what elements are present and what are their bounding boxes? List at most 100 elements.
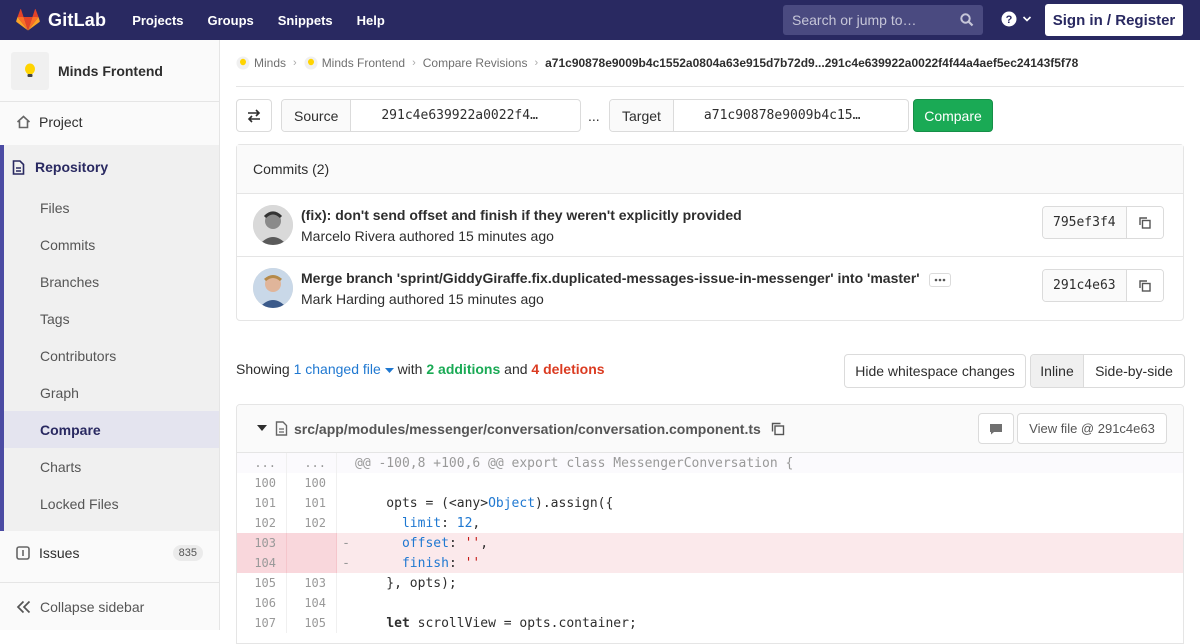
view-file-button[interactable]: View file @ 291c4e63 — [1017, 413, 1167, 444]
avatar[interactable] — [253, 205, 293, 245]
sidebar-item-label: Project — [39, 114, 83, 130]
commit-author[interactable]: Marcelo Rivera — [301, 228, 395, 244]
source-label: Source — [282, 100, 352, 131]
code-text: }, opts); — [355, 575, 457, 591]
sidebar-item-locked-files[interactable]: Locked Files — [4, 485, 219, 522]
new-line-number[interactable]: 105 — [287, 613, 337, 633]
sidebar: Minds Frontend Project Repository Files … — [0, 40, 220, 630]
commit-title[interactable]: (fix): don't send offset and finish if t… — [301, 207, 742, 223]
diff-summary: Showing 1 changed file with 2 additions … — [236, 361, 605, 377]
source-value[interactable]: 291c4e639922a0022f4… — [351, 100, 538, 131]
code-text: @@ -100,8 +100,6 @@ export class Messeng… — [355, 455, 794, 471]
help-dropdown[interactable]: ? — [1001, 11, 1032, 27]
source-revision-field[interactable]: Source 291c4e639922a0022f4… — [281, 99, 581, 132]
sidebar-project-header[interactable]: Minds Frontend — [0, 40, 219, 102]
sidebar-item-compare[interactable]: Compare — [4, 411, 219, 448]
copy-sha-button[interactable] — [1126, 270, 1163, 301]
commit-author-line: Mark Harding authored 15 minutes ago — [301, 291, 544, 307]
group-avatar — [236, 56, 250, 70]
old-line-number[interactable]: 101 — [237, 493, 287, 513]
new-line-number[interactable]: ... — [287, 453, 337, 473]
diff-line: 102 102 limit: 12, — [237, 513, 1183, 533]
changed-files-label: 1 changed file — [293, 361, 381, 377]
new-line-number[interactable] — [287, 533, 337, 553]
sidebar-item-branches[interactable]: Branches — [4, 263, 219, 300]
new-line-number[interactable]: 102 — [287, 513, 337, 533]
old-line-number[interactable]: 107 — [237, 613, 287, 633]
sidebar-item-contributors[interactable]: Contributors — [4, 337, 219, 374]
top-navbar: GitLab Projects Groups Snippets Help Sea… — [0, 0, 1200, 40]
target-label: Target — [610, 100, 674, 131]
old-line-number[interactable]: 105 — [237, 573, 287, 593]
new-line-number[interactable]: 100 — [287, 473, 337, 493]
ellipsis-icon — [934, 278, 945, 282]
nav-snippets[interactable]: Snippets — [278, 13, 333, 28]
commit-sha-group: 291c4e63 — [1042, 269, 1164, 302]
expand-message-button[interactable] — [928, 273, 951, 287]
sidebar-item-commits[interactable]: Commits — [4, 226, 219, 263]
side-by-side-button[interactable]: Side-by-side — [1084, 355, 1184, 387]
target-value[interactable]: a71c90878e9009b4c15… — [674, 100, 861, 131]
new-line-number[interactable] — [287, 553, 337, 573]
old-line-number[interactable]: ... — [237, 453, 287, 473]
file-path[interactable]: src/app/modules/messenger/conversation/c… — [294, 421, 761, 437]
swap-revisions-button[interactable] — [236, 99, 272, 132]
doc-icon — [12, 159, 25, 175]
nav-projects[interactable]: Projects — [132, 13, 183, 28]
sidebar-item-label: Issues — [39, 545, 80, 561]
sign-in-button[interactable]: Sign in / Register — [1045, 4, 1183, 36]
copy-sha-button[interactable] — [1126, 207, 1163, 238]
chevron-right-icon: › — [412, 57, 416, 69]
sidebar-item-files[interactable]: Files — [4, 189, 219, 226]
home-icon — [16, 115, 31, 129]
compare-button[interactable]: Compare — [913, 99, 993, 132]
diff-line: 105 103 }, opts); — [237, 573, 1183, 593]
summary-and: and — [504, 361, 528, 377]
copy-path-icon[interactable] — [771, 422, 785, 436]
sidebar-item-tags[interactable]: Tags — [4, 300, 219, 337]
sidebar-item-project[interactable]: Project — [0, 102, 219, 142]
commit-title-row: Merge branch 'sprint/GiddyGiraffe.fix.du… — [301, 270, 951, 287]
copy-icon — [1138, 216, 1151, 229]
old-line-number[interactable]: 106 — [237, 593, 287, 613]
old-line-number[interactable]: 104 — [237, 553, 287, 573]
changed-files-dropdown[interactable]: 1 changed file — [294, 361, 394, 377]
new-line-number[interactable]: 103 — [287, 573, 337, 593]
breadcrumb-compare-revisions[interactable]: Compare Revisions — [423, 56, 528, 70]
hide-whitespace-button[interactable]: Hide whitespace changes — [844, 354, 1026, 388]
question-icon: ? — [1001, 11, 1017, 27]
commit-row: Merge branch 'sprint/GiddyGiraffe.fix.du… — [237, 257, 1183, 320]
gitlab-logo[interactable]: GitLab — [16, 0, 106, 40]
diff-view-toggle: Inline Side-by-side — [1030, 354, 1185, 388]
old-line-number[interactable]: 102 — [237, 513, 287, 533]
commit-sha[interactable]: 291c4e63 — [1043, 270, 1127, 301]
breadcrumb-minds-frontend[interactable]: Minds Frontend — [322, 56, 405, 70]
breadcrumb-current[interactable]: a71c90878e9009b4c1552a0804a63e915d7b72d9… — [545, 56, 1078, 70]
new-line-number[interactable]: 101 — [287, 493, 337, 513]
sidebar-item-repository[interactable]: Repository — [0, 147, 215, 187]
nav-groups[interactable]: Groups — [208, 13, 254, 28]
collapse-sidebar-button[interactable]: Collapse sidebar — [0, 582, 219, 630]
project-name: Minds Frontend — [58, 62, 163, 79]
breadcrumb-minds[interactable]: Minds — [254, 56, 286, 70]
brand-name: GitLab — [48, 9, 107, 30]
chevron-right-icon: › — [534, 57, 539, 69]
comments-toggle-button[interactable] — [978, 413, 1014, 444]
commit-author[interactable]: Mark Harding — [301, 291, 385, 307]
sidebar-item-charts[interactable]: Charts — [4, 448, 219, 485]
old-line-number[interactable]: 103 — [237, 533, 287, 553]
avatar[interactable] — [253, 268, 293, 308]
sidebar-item-graph[interactable]: Graph — [4, 374, 219, 411]
search-input[interactable]: Search or jump to… — [783, 5, 983, 35]
old-line-number[interactable]: 100 — [237, 473, 287, 493]
new-line-number[interactable]: 104 — [287, 593, 337, 613]
compare-form: Source 291c4e639922a0022f4… ... Target a… — [236, 99, 1184, 133]
collapse-file-icon[interactable] — [257, 425, 267, 432]
commit-sha[interactable]: 795ef3f4 — [1043, 207, 1127, 238]
nav-help[interactable]: Help — [357, 13, 385, 28]
sidebar-item-issues[interactable]: Issues 835 — [0, 533, 219, 573]
inline-view-button[interactable]: Inline — [1031, 355, 1084, 387]
commit-title[interactable]: Merge branch 'sprint/GiddyGiraffe.fix.du… — [301, 270, 920, 286]
target-revision-field[interactable]: Target a71c90878e9009b4c15… — [609, 99, 909, 132]
project-avatar — [11, 51, 49, 90]
